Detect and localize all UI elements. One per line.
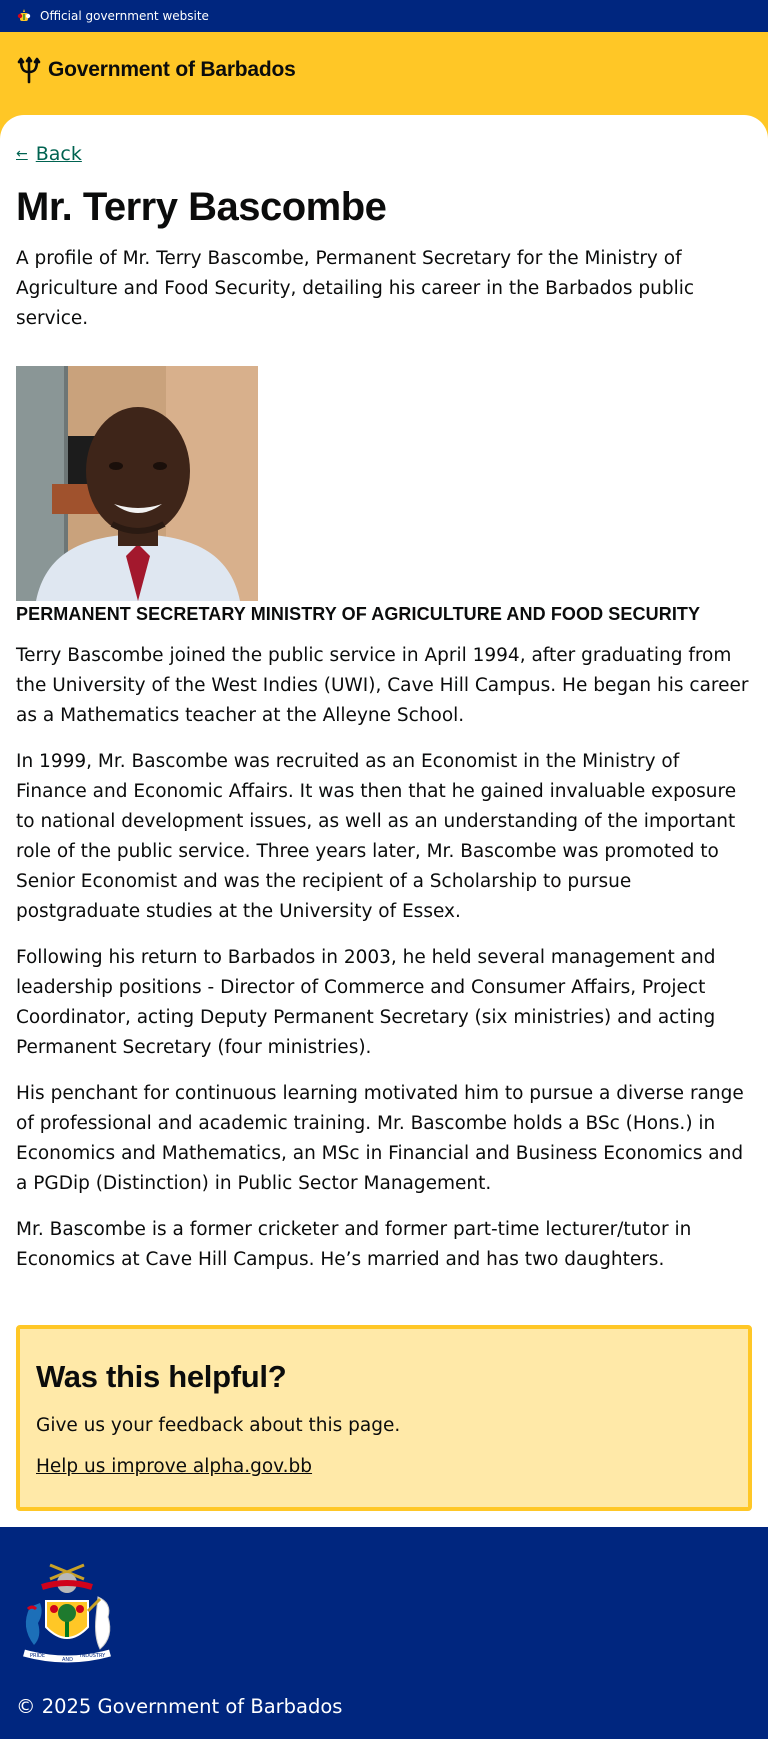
brand-title: Government of Barbados xyxy=(48,58,296,81)
feedback-heading: Was this helpful? xyxy=(36,1359,287,1394)
portrait-photo xyxy=(16,366,258,601)
motto-mid: AND xyxy=(62,1657,73,1663)
page-lede: A profile of Mr. Terry Bascombe, Permane… xyxy=(16,248,695,329)
bio-paragraph: Following his return to Barbados in 2003… xyxy=(16,947,716,1058)
back-link-label: Back xyxy=(35,143,82,165)
bio-paragraph: Terry Bascombe joined the public service… xyxy=(16,645,749,726)
arrow-left-icon: ← xyxy=(16,146,28,162)
official-website-banner: Official government website xyxy=(0,0,768,32)
copyright-text: © 2025 Government of Barbados xyxy=(16,1695,343,1718)
role-heading: PERMANENT SECRETARY MINISTRY OF AGRICULT… xyxy=(16,604,701,624)
official-website-text: Official government website xyxy=(40,9,209,23)
coat-of-arms-icon: PRIDE AND INDUSTRY xyxy=(23,1563,111,1663)
bio-paragraph: In 1999, Mr. Bascombe was recruited as a… xyxy=(16,751,737,922)
trident-icon xyxy=(17,56,41,84)
main-content: ← Back Mr. Terry Bascombe A profile of M… xyxy=(0,115,768,1519)
back-link[interactable]: ← Back xyxy=(16,143,82,165)
barbados-crest-icon xyxy=(17,9,31,21)
motto-right: INDUSTRY xyxy=(80,1653,106,1659)
site-footer: PRIDE AND INDUSTRY © 2025 Government of … xyxy=(0,1527,768,1739)
feedback-panel: Was this helpful? Give us your feedback … xyxy=(16,1325,752,1511)
brand-link[interactable]: Government of Barbados xyxy=(16,56,296,84)
biography: Terry Bascombe joined the public service… xyxy=(16,641,752,1275)
bio-paragraph: His penchant for continuous learning mot… xyxy=(16,1083,744,1194)
page-title: Mr. Terry Bascombe xyxy=(16,185,387,229)
feedback-text: Give us your feedback about this page. xyxy=(36,1415,401,1436)
bio-paragraph: Mr. Bascombe is a former cricketer and f… xyxy=(16,1219,692,1270)
feedback-link[interactable]: Help us improve alpha.gov.bb xyxy=(36,1456,312,1477)
motto-left: PRIDE xyxy=(30,1653,45,1659)
